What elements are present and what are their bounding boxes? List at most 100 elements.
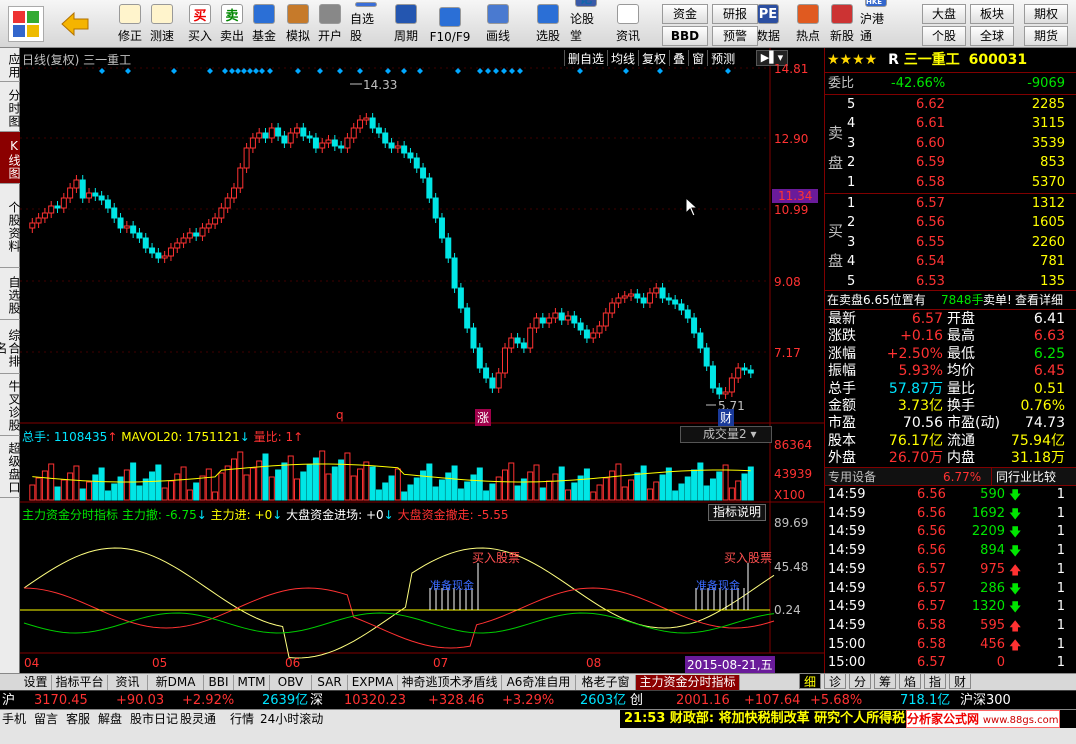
qiquan-button[interactable]: 期权: [1024, 4, 1068, 24]
indicator-tab[interactable]: A6奇准自用: [502, 675, 576, 690]
quote-tab[interactable]: 财: [949, 673, 971, 689]
f10-button[interactable]: F10/F9: [430, 2, 470, 46]
indicator-tab[interactable]: BBI: [204, 675, 234, 690]
qihuo-button[interactable]: 期货: [1024, 26, 1068, 46]
candle: [596, 325, 603, 334]
price-tick-5: 7.17: [774, 346, 801, 360]
zijin-button[interactable]: 资金: [662, 4, 708, 24]
app-logo[interactable]: [8, 6, 44, 42]
quote-tab[interactable]: 诊: [824, 673, 846, 689]
candle: [495, 372, 502, 389]
bottom-bar-item[interactable]: 行情: [230, 712, 254, 727]
side-tab-6[interactable]: 牛叉诊股: [0, 374, 21, 436]
order-note-link[interactable]: 查看详细: [1015, 291, 1063, 309]
quote-tab[interactable]: 焰: [899, 673, 921, 689]
sell-level-num: 2: [847, 155, 856, 171]
indicator-tab[interactable]: SAR: [312, 675, 348, 690]
grid-button[interactable]: 选股: [532, 2, 564, 46]
sell-level-row[interactable]: 3 6.60 3539: [825, 135, 1076, 153]
chart-menu-item[interactable]: 复权: [638, 50, 669, 66]
indicator-tab[interactable]: OBV: [270, 675, 312, 690]
chart-menu-item[interactable]: 叠: [669, 50, 688, 66]
pen-button[interactable]: 画线: [482, 2, 514, 46]
lock-button[interactable]: 开户: [314, 2, 346, 46]
chart-menu-item[interactable]: 预测: [707, 50, 738, 66]
bottom-bar-item[interactable]: 股灵通: [180, 712, 216, 727]
star-button[interactable]: 自选股: [350, 2, 382, 46]
bottom-bar-item[interactable]: 24小时滚动: [260, 712, 323, 727]
bottom-bar-item[interactable]: 手机: [2, 712, 26, 727]
news-button[interactable]: 资讯: [612, 2, 644, 46]
quote-tab[interactable]: 细: [799, 673, 821, 689]
sell-level-row[interactable]: 5 6.62 2285: [825, 96, 1076, 114]
new-stock-button[interactable]: 新股: [826, 2, 858, 46]
buy-level-row[interactable]: 2 6.56 1605: [825, 214, 1076, 232]
fund-button[interactable]: 基金: [248, 2, 280, 46]
sell-level-row[interactable]: 4 6.61 3115: [825, 115, 1076, 133]
clock-button[interactable]: 测速: [146, 2, 178, 46]
sell-level-row[interactable]: 2 6.59 853: [825, 154, 1076, 172]
period-button[interactable]: 周期: [390, 2, 422, 46]
indicator-tab[interactable]: 格老子窗: [576, 675, 636, 690]
indicator-tab[interactable]: 主力资金分时指标: [636, 675, 740, 690]
bbd-button[interactable]: BBD: [662, 26, 708, 46]
side-tab-0[interactable]: 应用: [0, 48, 21, 82]
buy-button[interactable]: 买买入: [184, 2, 216, 46]
quote-tab[interactable]: 筹: [874, 673, 896, 689]
indicator-tab[interactable]: MTM: [234, 675, 270, 690]
back-button[interactable]: [56, 8, 94, 40]
side-tab-5[interactable]: 综合排名: [0, 320, 21, 374]
volume-bar: [539, 487, 546, 501]
down-arrow-icon: 🡇: [1009, 525, 1022, 540]
chart-menu-item[interactable]: 均线: [607, 50, 638, 66]
indicator-tab[interactable]: 指标平台: [52, 675, 108, 690]
yujing-button[interactable]: 预警: [712, 26, 758, 46]
yanbao-button[interactable]: 研报: [712, 4, 758, 24]
hammer-button[interactable]: 模拟: [282, 2, 314, 46]
buy-level-row[interactable]: 4 6.54 781: [825, 253, 1076, 271]
chart-menu-item[interactable]: 窗: [688, 50, 707, 66]
bottom-bar-item[interactable]: 客服: [66, 712, 90, 727]
hot-button[interactable]: 热点: [792, 2, 824, 46]
bottom-bar-item[interactable]: 解盘: [98, 712, 122, 727]
sell-level-row[interactable]: 1 6.58 5370: [825, 174, 1076, 192]
quanqiu-button[interactable]: 全球: [970, 26, 1014, 46]
indicator-tab[interactable]: 新DMA: [148, 675, 204, 690]
side-tab-3[interactable]: 个股资料: [0, 184, 21, 268]
volume-dropdown[interactable]: 成交量2 ▾: [680, 426, 772, 443]
industry-compare-button[interactable]: 同行业比较: [991, 468, 1056, 486]
stat-label: 最低: [947, 345, 975, 362]
dapan-button[interactable]: 大盘: [922, 4, 966, 24]
bottom-bar-item[interactable]: 留言: [34, 712, 58, 727]
signal-diamond-icon: [99, 68, 105, 74]
bankuai-button[interactable]: 板块: [970, 4, 1014, 24]
stock-name: 三一重工: [903, 52, 960, 68]
up-down-button[interactable]: 修正: [114, 2, 146, 46]
sell-button[interactable]: 卖卖出: [216, 2, 248, 46]
indicator-tab[interactable]: EXPMA: [348, 675, 398, 690]
month-05: 05: [152, 656, 168, 670]
quote-tab[interactable]: 指: [924, 673, 946, 689]
quote-tab[interactable]: 分: [849, 673, 871, 689]
gegu-button[interactable]: 个股: [922, 26, 966, 46]
candle: [747, 369, 754, 374]
buy-level-row[interactable]: 1 6.57 1312: [825, 195, 1076, 213]
indicator-tab[interactable]: 设置: [20, 675, 52, 690]
signal-diamond-icon: [259, 68, 265, 74]
chart-menu-item[interactable]: 删自选: [564, 50, 607, 66]
candle: [268, 127, 275, 139]
indicator-tab[interactable]: 神奇逃顶术矛盾线: [398, 675, 502, 690]
side-tab-7[interactable]: 超级盘口: [0, 436, 21, 498]
bottom-bar-item[interactable]: 股市日记: [130, 712, 178, 727]
kline-chart-area[interactable]: 日线(复权) 三一重工 删自选 均线 复权叠窗预测 ▶▌▾ 14.81 12.90 …: [20, 48, 824, 673]
buy-level-row[interactable]: 5 6.53 135: [825, 273, 1076, 291]
buy-level-row[interactable]: 3 6.55 2260: [825, 234, 1076, 252]
side-tab-2[interactable]: K线图: [0, 132, 21, 184]
side-tab-4[interactable]: 自选股: [0, 268, 21, 320]
forum-button[interactable]: 论论股堂: [570, 0, 602, 46]
indicator-tab[interactable]: 资讯: [108, 675, 148, 690]
side-tab-1[interactable]: 分时图: [0, 82, 21, 132]
indicator-help-button[interactable]: 指标说明: [708, 504, 766, 521]
hkex-button[interactable]: SSE HKE 沪港通: [860, 0, 892, 46]
order-note[interactable]: 在卖盘6.65位置有 7848手 卖单! 查看详细: [825, 291, 1076, 309]
